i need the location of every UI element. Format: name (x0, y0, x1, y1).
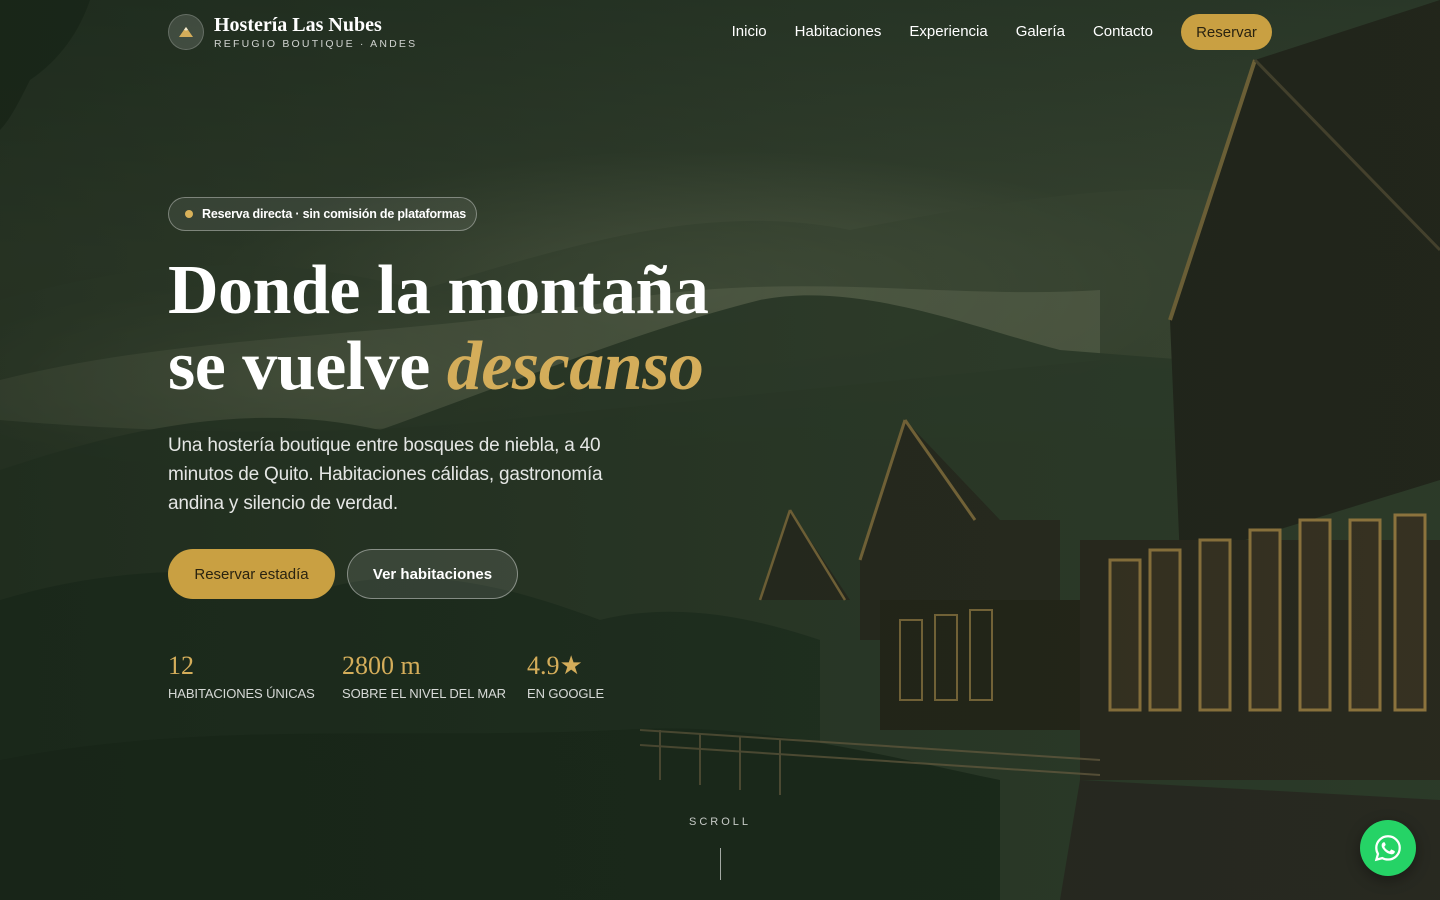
headline-line-2: se vuelve (168, 328, 430, 405)
nav-link-habitaciones[interactable]: Habitaciones (795, 14, 882, 50)
ver-habitaciones-button[interactable]: Ver habitaciones (347, 549, 518, 599)
nav-link-experiencia[interactable]: Experiencia (909, 14, 987, 50)
stat-rating: 4.9★ EN GOOGLE (527, 648, 604, 701)
stat-value: 4.9★ (527, 651, 583, 680)
reservar-button[interactable]: Reservar (1181, 14, 1272, 50)
brand-logo[interactable]: Hostería Las Nubes REFUGIO BOUTIQUE · AN… (168, 14, 417, 50)
scroll-label: SCROLL (688, 816, 752, 828)
badge-dot-icon (185, 210, 193, 218)
stat-label: HABITACIONES ÚNICAS (168, 686, 315, 701)
hero-headline: Donde la montaña se vuelve descanso (168, 252, 709, 405)
whatsapp-icon (1374, 835, 1401, 862)
mountain-icon (168, 14, 204, 50)
scroll-line (720, 848, 721, 880)
nav-link-galeria[interactable]: Galería (1016, 14, 1065, 50)
stat-altitud: 2800 m SOBRE EL NIVEL DEL MAR (342, 648, 506, 701)
whatsapp-button[interactable] (1360, 820, 1416, 876)
badge-text: Reserva directa · sin comisión de plataf… (202, 207, 467, 221)
reservar-estadia-button[interactable]: Reservar estadía (168, 549, 335, 599)
hero-lead-text: Una hostería boutique entre bosques de n… (168, 435, 603, 514)
stat-habitaciones: 12 HABITACIONES ÚNICAS (168, 648, 315, 701)
direct-booking-badge: Reserva directa · sin comisión de plataf… (168, 197, 477, 231)
brand-tagline: REFUGIO BOUTIQUE · ANDES (214, 38, 418, 50)
scroll-indicator[interactable]: SCROLL (680, 816, 760, 880)
headline-accent: descanso (446, 328, 704, 405)
stat-label: EN GOOGLE (527, 686, 605, 701)
stat-label: SOBRE EL NIVEL DEL MAR (342, 686, 506, 701)
nav-link-contacto[interactable]: Contacto (1093, 14, 1153, 50)
nav-link-inicio[interactable]: Inicio (732, 14, 767, 50)
headline-line-1: Donde la montaña (168, 252, 709, 329)
stat-value: 2800 m (342, 651, 421, 680)
main-nav: Inicio Habitaciones Experiencia Galería … (732, 14, 1272, 50)
brand-name: Hostería Las Nubes (214, 14, 382, 36)
stat-value: 12 (168, 651, 194, 680)
